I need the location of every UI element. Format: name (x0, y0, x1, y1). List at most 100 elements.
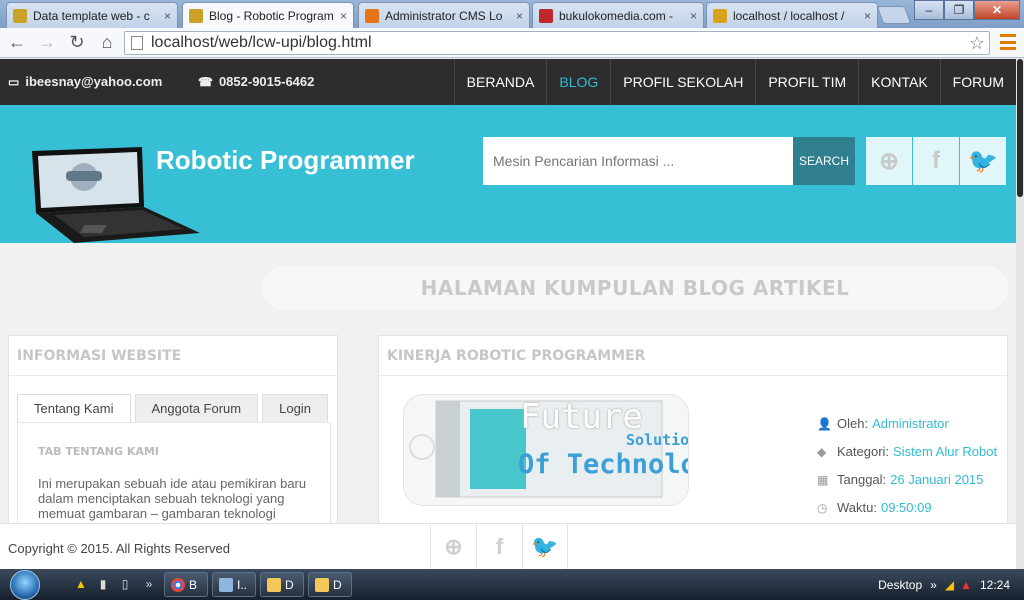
meta-label: Waktu: (837, 500, 877, 515)
site-footer: Copyright © 2015. All Rights Reserved ⊕ … (0, 523, 1016, 569)
meta-date: ▦ Tanggal: 26 Januari 2015 (817, 472, 983, 487)
close-tab-icon[interactable]: × (864, 9, 871, 23)
footer-twitter-icon[interactable]: 🐦 (522, 524, 568, 569)
close-tab-icon[interactable]: × (690, 9, 697, 23)
desktop-toolbar-label[interactable]: Desktop (878, 578, 922, 592)
sidebar-tabs: Tentang Kami Anggota Forum Login (17, 394, 332, 422)
browser-tab-title: Blog - Robotic Program (209, 8, 334, 23)
minimize-icon[interactable]: – (914, 0, 944, 20)
email-text: ibeesnay@yahoo.com (25, 74, 163, 89)
nav-forum[interactable]: FORUM (939, 59, 1016, 105)
flag-icon[interactable]: ◢ (945, 578, 954, 592)
phone-icon: ☎ (198, 74, 213, 89)
maximize-icon[interactable]: ❐ (944, 0, 974, 20)
browser-tab[interactable]: Administrator CMS Lo × (358, 2, 530, 28)
search-button[interactable]: SEARCH (793, 137, 855, 185)
search-input[interactable] (483, 137, 793, 185)
taskbar-folder[interactable]: D (260, 572, 304, 597)
meta-time: ◷ Waktu: 09:50:09 (817, 500, 932, 515)
system-tray: Desktop » ◢ ▲ 12:24 (878, 569, 1024, 600)
back-arrow-icon[interactable]: ← (4, 30, 30, 56)
app-icon (219, 577, 233, 592)
tool-quicklaunch-icon[interactable]: ▮ (96, 576, 110, 592)
meta-category-link[interactable]: Sistem Alur Robot (893, 444, 997, 459)
contact-email: ▭ ibeesnay@yahoo.com (8, 74, 162, 89)
article-title: KINERJA ROBOTIC PROGRAMMER (379, 336, 1007, 376)
home-icon[interactable]: ⌂ (94, 30, 120, 56)
meta-author-link[interactable]: Administrator (872, 416, 949, 431)
nav-kontak[interactable]: KONTAK (858, 59, 940, 105)
browser-tab[interactable]: Data template web - c × (6, 2, 178, 28)
nav-profil-tim[interactable]: PROFIL TIM (755, 59, 858, 105)
window-controls: – ❐ ✕ (914, 0, 1020, 20)
new-tab-button[interactable] (876, 6, 912, 24)
folder-icon (315, 577, 329, 592)
warning-icon[interactable]: ▲ (960, 578, 972, 592)
taskbar-label: D (285, 577, 294, 592)
scrollbar-thumb[interactable] (1017, 59, 1023, 197)
windows-taskbar: ▲ ▮ ▯ » B I.. D D Desktop » ◢ ▲ 12:24 (0, 569, 1024, 600)
meta-time-value: 09:50:09 (880, 500, 932, 515)
meta-author: 👤 Oleh: Administrator (817, 416, 949, 431)
bookmark-star-icon[interactable]: ☆ (969, 33, 985, 54)
tab-content-title: TAB TENTANG KAMI (38, 445, 159, 458)
page-heading: HALAMAN KUMPULAN BLOG ARTIKEL (420, 276, 850, 300)
close-tab-icon[interactable]: × (164, 9, 171, 23)
taskbar-chrome[interactable]: B (164, 572, 208, 597)
favicon-icon (713, 8, 727, 23)
favicon-icon (365, 8, 379, 23)
close-window-icon[interactable]: ✕ (974, 0, 1020, 20)
google-plus-icon[interactable]: ⊕ (866, 137, 912, 185)
file-quicklaunch-icon[interactable]: ▯ (118, 576, 132, 592)
taskbar-label: I.. (237, 577, 248, 592)
favicon-icon (13, 8, 27, 23)
taskbar-folder[interactable]: D (308, 572, 352, 597)
clock-icon: ◷ (817, 500, 828, 515)
page-scrollbar[interactable] (1016, 59, 1024, 569)
browser-tab[interactable]: bukulokomedia.com - × (532, 2, 704, 28)
monitor-icon: ▭ (8, 74, 20, 89)
facebook-icon[interactable]: f (913, 137, 959, 185)
chevron-more-icon[interactable]: » (930, 578, 937, 592)
reload-icon[interactable]: ↻ (64, 30, 90, 56)
start-button[interactable] (10, 570, 40, 600)
nav-beranda[interactable]: BERANDA (453, 59, 547, 105)
clock-text[interactable]: 12:24 (980, 578, 1010, 592)
contact-phone: ☎ 0852-9015-6462 (198, 74, 314, 89)
close-tab-icon[interactable]: × (340, 9, 347, 23)
browser-tab-title: bukulokomedia.com - (559, 8, 674, 23)
close-tab-icon[interactable]: × (516, 9, 523, 23)
footer-google-plus-icon[interactable]: ⊕ (430, 524, 476, 569)
taskbar-label: B (189, 577, 198, 592)
nav-blog[interactable]: BLOG (546, 59, 610, 105)
calendar-icon: ▦ (817, 472, 829, 487)
meta-category: ◆ Kategori: Sistem Alur Robot (817, 444, 997, 459)
tab-tentang-kami[interactable]: Tentang Kami (17, 394, 131, 422)
favicon-icon (189, 8, 203, 23)
twitter-icon[interactable]: 🐦 (960, 137, 1006, 185)
url-text: localhost/web/lcw-upi/blog.html (151, 34, 372, 51)
meta-label: Tanggal: (837, 472, 887, 487)
browser-tab[interactable]: localhost / localhost / × (706, 2, 878, 28)
browser-tab-active[interactable]: Blog - Robotic Program × (182, 2, 354, 28)
forward-arrow-icon[interactable]: → (34, 30, 60, 56)
footer-facebook-icon[interactable]: f (476, 524, 522, 569)
chevron-more-icon[interactable]: » (142, 576, 156, 592)
favicon-icon (539, 8, 553, 23)
page-icon (131, 36, 143, 50)
browser-tab-title: Data template web - c (33, 8, 150, 23)
tab-login[interactable]: Login (262, 394, 328, 422)
tab-anggota-forum[interactable]: Anggota Forum (134, 394, 259, 422)
site-topbar: ▭ ibeesnay@yahoo.com ☎ 0852-9015-6462 BE… (0, 59, 1016, 105)
meta-date-value: 26 Januari 2015 (890, 472, 984, 487)
page-heading-box: HALAMAN KUMPULAN BLOG ARTIKEL (262, 266, 1008, 310)
chrome-icon (171, 577, 185, 592)
address-bar[interactable]: localhost/web/lcw-upi/blog.html ☆ (124, 31, 990, 55)
browser-tab-title: Administrator CMS Lo (385, 8, 503, 23)
taskbar-app[interactable]: I.. (212, 572, 256, 597)
nav-profil-sekolah[interactable]: PROFIL SEKOLAH (610, 59, 755, 105)
browser-menu-icon[interactable] (1000, 34, 1016, 50)
main-navigation: BERANDA BLOG PROFIL SEKOLAH PROFIL TIM K… (453, 59, 1016, 105)
user-icon: 👤 (817, 416, 832, 431)
warning-quicklaunch-icon[interactable]: ▲ (74, 576, 88, 592)
